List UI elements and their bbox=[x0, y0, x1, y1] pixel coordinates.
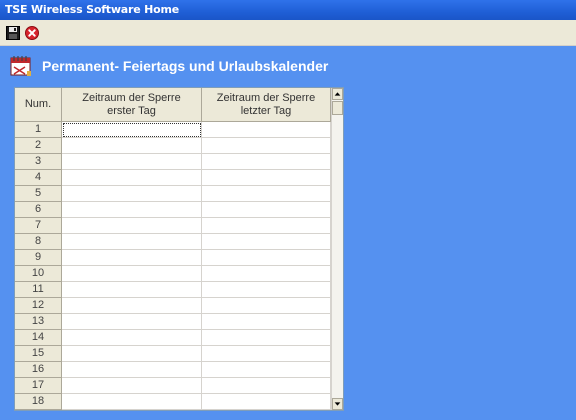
first-day-cell[interactable] bbox=[62, 218, 202, 234]
calendar-icon bbox=[10, 56, 31, 76]
toolbar bbox=[0, 20, 576, 46]
table-row: 6 bbox=[15, 202, 331, 218]
last-day-cell[interactable] bbox=[202, 170, 331, 186]
table-row: 15 bbox=[15, 346, 331, 362]
last-day-cell[interactable] bbox=[202, 266, 331, 282]
table-row: 7 bbox=[15, 218, 331, 234]
row-number: 2 bbox=[15, 138, 62, 154]
first-day-cell[interactable] bbox=[62, 122, 202, 138]
table-row: 13 bbox=[15, 314, 331, 330]
row-number: 3 bbox=[15, 154, 62, 170]
last-day-cell[interactable] bbox=[202, 282, 331, 298]
last-day-cell[interactable] bbox=[202, 346, 331, 362]
row-number: 14 bbox=[15, 330, 62, 346]
table-row: 2 bbox=[15, 138, 331, 154]
table-row: 18 bbox=[15, 394, 331, 410]
row-number: 5 bbox=[15, 186, 62, 202]
last-day-cell[interactable] bbox=[202, 250, 331, 266]
table-row: 9 bbox=[15, 250, 331, 266]
row-number: 16 bbox=[15, 362, 62, 378]
last-day-cell[interactable] bbox=[202, 138, 331, 154]
first-day-cell[interactable] bbox=[62, 378, 202, 394]
row-number: 17 bbox=[15, 378, 62, 394]
first-day-cell[interactable] bbox=[62, 154, 202, 170]
first-day-cell[interactable] bbox=[62, 394, 202, 410]
row-number: 18 bbox=[15, 394, 62, 410]
column-header-first-day-line1: Zeitraum der Sperre bbox=[82, 91, 181, 104]
table-row: 4 bbox=[15, 170, 331, 186]
column-header-last-day-line2: letzter Tag bbox=[240, 104, 292, 117]
column-header-first-day-line2: erster Tag bbox=[107, 104, 156, 117]
first-day-cell[interactable] bbox=[62, 282, 202, 298]
column-header-last-day-line1: Zeitraum der Sperre bbox=[216, 91, 316, 104]
first-day-cell[interactable] bbox=[62, 314, 202, 330]
close-icon[interactable] bbox=[25, 26, 39, 40]
last-day-cell[interactable] bbox=[202, 154, 331, 170]
last-day-cell[interactable] bbox=[202, 314, 331, 330]
last-day-cell[interactable] bbox=[202, 330, 331, 346]
row-number: 7 bbox=[15, 218, 62, 234]
table-row: 14 bbox=[15, 330, 331, 346]
first-day-cell[interactable] bbox=[62, 298, 202, 314]
last-day-cell[interactable] bbox=[202, 298, 331, 314]
row-number: 13 bbox=[15, 314, 62, 330]
last-day-cell[interactable] bbox=[202, 202, 331, 218]
row-number: 9 bbox=[15, 250, 62, 266]
last-day-cell[interactable] bbox=[202, 122, 331, 138]
save-icon[interactable] bbox=[6, 26, 20, 40]
last-day-cell[interactable] bbox=[202, 378, 331, 394]
row-number: 10 bbox=[15, 266, 62, 282]
first-day-cell[interactable] bbox=[62, 362, 202, 378]
first-day-cell[interactable] bbox=[62, 250, 202, 266]
first-day-cell[interactable] bbox=[62, 186, 202, 202]
scroll-up-arrow-icon[interactable] bbox=[332, 88, 343, 100]
column-header-last-day[interactable]: Zeitraum der Sperre letzter Tag bbox=[202, 88, 331, 122]
last-day-cell[interactable] bbox=[202, 394, 331, 410]
table-row: 1 bbox=[15, 122, 331, 138]
table-row: 3 bbox=[15, 154, 331, 170]
table-row: 12 bbox=[15, 298, 331, 314]
vertical-scrollbar[interactable] bbox=[331, 88, 343, 410]
row-number: 6 bbox=[15, 202, 62, 218]
window-title: TSE Wireless Software Home bbox=[5, 3, 180, 16]
table-row: 5 bbox=[15, 186, 331, 202]
row-number: 12 bbox=[15, 298, 62, 314]
table-row: 17 bbox=[15, 378, 331, 394]
first-day-cell[interactable] bbox=[62, 234, 202, 250]
table-row: 8 bbox=[15, 234, 331, 250]
first-day-cell[interactable] bbox=[62, 170, 202, 186]
table-body: 1 2 3 4 5 6 7 8 9 10 11 12 13 14 15 16 17 18 bbox=[15, 122, 331, 410]
row-number: 8 bbox=[15, 234, 62, 250]
row-number: 11 bbox=[15, 282, 62, 298]
last-day-cell[interactable] bbox=[202, 234, 331, 250]
table-row: 16 bbox=[15, 362, 331, 378]
window-titlebar: TSE Wireless Software Home bbox=[0, 0, 576, 20]
last-day-cell[interactable] bbox=[202, 362, 331, 378]
column-header-first-day[interactable]: Zeitraum der Sperre erster Tag bbox=[62, 88, 202, 122]
first-day-cell[interactable] bbox=[62, 330, 202, 346]
page-title: Permanent- Feiertags und Urlaubskalender bbox=[42, 58, 329, 74]
first-day-cell[interactable] bbox=[62, 346, 202, 362]
row-number: 4 bbox=[15, 170, 62, 186]
row-number: 1 bbox=[15, 122, 62, 138]
row-number: 15 bbox=[15, 346, 62, 362]
last-day-cell[interactable] bbox=[202, 186, 331, 202]
column-header-num[interactable]: Num. bbox=[15, 88, 62, 122]
column-header-num-label: Num. bbox=[24, 98, 52, 110]
scroll-down-arrow-icon[interactable] bbox=[332, 398, 343, 410]
calendar-grid[interactable]: Num. Zeitraum der Sperre erster Tag Zeit… bbox=[14, 87, 344, 411]
last-day-cell[interactable] bbox=[202, 218, 331, 234]
table-row: 11 bbox=[15, 282, 331, 298]
scrollbar-thumb[interactable] bbox=[332, 101, 343, 115]
first-day-cell[interactable] bbox=[62, 138, 202, 154]
first-day-cell[interactable] bbox=[62, 202, 202, 218]
table-row: 10 bbox=[15, 266, 331, 282]
first-day-cell[interactable] bbox=[62, 266, 202, 282]
